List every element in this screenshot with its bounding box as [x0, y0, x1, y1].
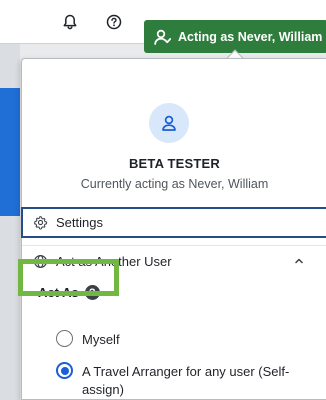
settings-menu-item[interactable]: Settings [21, 207, 326, 238]
background-page [0, 44, 20, 400]
top-navigation-bar: Acting as Never, William [0, 0, 326, 53]
gear-icon [34, 216, 48, 230]
radio-myself[interactable] [56, 330, 73, 347]
bell-icon[interactable] [57, 0, 83, 44]
chevron-up-icon[interactable] [293, 255, 305, 267]
user-icon [162, 115, 176, 131]
background-banner [0, 88, 20, 216]
acting-as-label: Acting as Never, William [178, 29, 323, 44]
avatar [149, 103, 189, 143]
option-travel-arranger-label[interactable]: A Travel Arranger for any user (Self- [82, 364, 289, 379]
option-myself-label[interactable]: Myself [82, 332, 120, 347]
user-role: BETA TESTER [128, 156, 221, 171]
profile-dropdown-menu: BETA TESTER Currently acting as Never, W… [21, 58, 326, 400]
settings-label: Settings [56, 215, 103, 230]
acting-status-text: Currently acting as Never, William [80, 177, 269, 191]
acting-as-button[interactable]: Acting as Never, William [144, 20, 326, 53]
user-switch-icon [154, 29, 171, 45]
radio-travel-arranger[interactable] [56, 362, 73, 379]
option-travel-arranger-label-line2[interactable]: assign) [82, 382, 124, 397]
help-icon[interactable] [101, 0, 127, 44]
myself-option-highlight [18, 259, 119, 296]
